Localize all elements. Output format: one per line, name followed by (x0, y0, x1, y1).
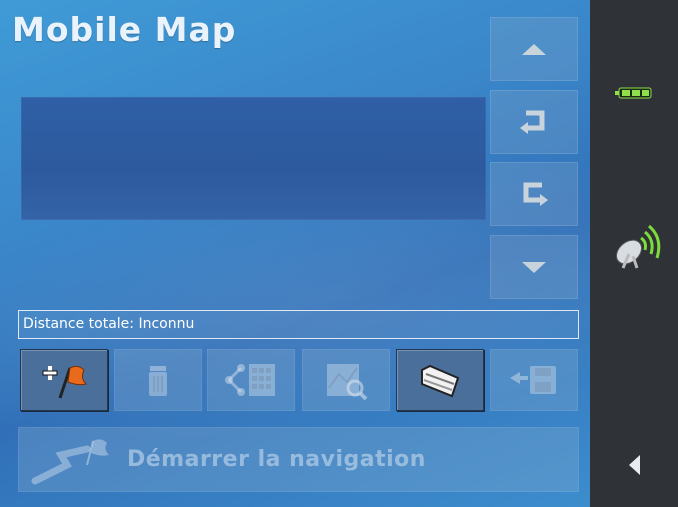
delete-button[interactable] (114, 349, 202, 411)
move-back-button[interactable] (490, 90, 578, 154)
open-folder-button[interactable] (396, 349, 484, 411)
route-calc-button[interactable] (207, 349, 295, 411)
navigation-road-flag-icon (31, 438, 109, 484)
scroll-up-button[interactable] (490, 17, 578, 81)
return-left-icon (520, 110, 545, 134)
main-panel: Mobile Map Distance totale: Inconnu Déma… (0, 0, 590, 507)
start-navigation-button[interactable]: Démarrer la navigation (18, 427, 579, 492)
battery-icon (615, 87, 652, 99)
save-route-button[interactable] (490, 349, 578, 411)
route-list[interactable] (21, 97, 486, 220)
app-title: Mobile Map (12, 10, 237, 49)
map-search-button[interactable] (302, 349, 390, 411)
add-waypoint-button[interactable] (20, 349, 108, 411)
distance-readout: Distance totale: Inconnu (18, 310, 579, 339)
scroll-down-button[interactable] (490, 235, 578, 299)
start-navigation-label: Démarrer la navigation (127, 447, 426, 472)
map-magnifier-icon (327, 364, 368, 401)
return-right-icon (523, 182, 548, 206)
satellite-dish-icon (615, 224, 661, 269)
flag-plus-icon (42, 365, 87, 399)
triangle-left-icon (629, 455, 640, 475)
device-screen: Mobile Map Distance totale: Inconnu Déma… (0, 0, 678, 507)
back-button[interactable] (620, 450, 650, 480)
triangle-down-icon (522, 262, 546, 273)
folder-icon (421, 364, 460, 398)
move-forward-button[interactable] (490, 162, 578, 226)
triangle-up-icon (522, 44, 546, 55)
trash-icon (149, 366, 167, 396)
route-calculator-icon (225, 364, 275, 396)
save-disk-icon (510, 366, 556, 394)
